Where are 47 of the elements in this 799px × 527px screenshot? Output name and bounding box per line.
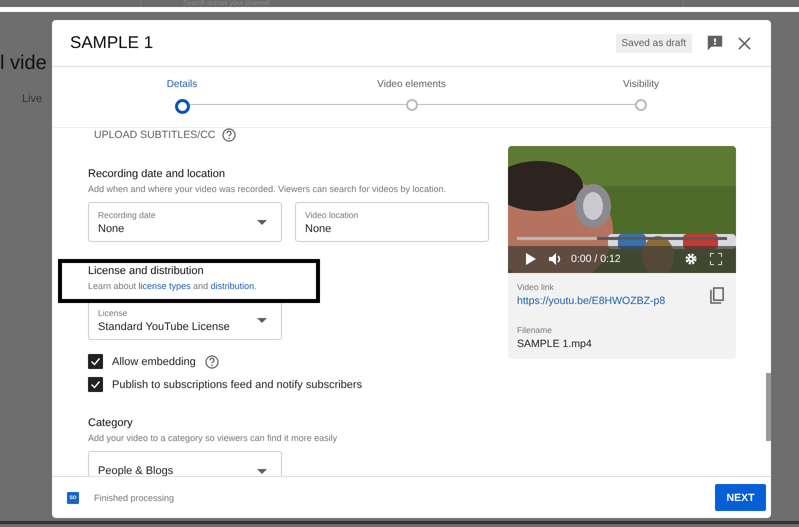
filename: SAMPLE 1.mp4: [517, 338, 593, 350]
step-label[interactable]: Details: [166, 79, 198, 90]
help-icon[interactable]: [204, 354, 219, 368]
tab-label: Live: [22, 93, 44, 105]
section-title: License and distribution: [88, 265, 205, 277]
section-description: Add your video to a category so viewers can find it more easily: [88, 433, 338, 443]
video-time: 0:00 / 0:12: [571, 253, 621, 265]
scrollbar-thumb[interactable]: [766, 373, 771, 441]
link[interactable]: license types: [138, 281, 191, 291]
info-label: Video link: [517, 282, 555, 292]
checkbox-label: Publish to subscriptions feed and notify subscribers: [112, 378, 362, 390]
fullscreen-icon[interactable]: [710, 253, 722, 265]
dropdown-field[interactable]: People & Blogs: [88, 451, 282, 476]
video-link[interactable]: https://youtu.be/E8HWOZBZ-p8: [517, 295, 666, 307]
caret-icon: [257, 220, 267, 224]
progress-bar[interactable]: [517, 237, 727, 240]
section-title: Recording date and location: [88, 168, 226, 180]
draft-status: Saved as draft: [616, 34, 692, 52]
play-icon[interactable]: [526, 253, 536, 265]
upload-subtitles-link[interactable]: UPLOAD SUBTITLES/CC: [94, 129, 216, 141]
video-player[interactable]: 0:00 / 0:12: [508, 146, 736, 273]
help-icon[interactable]: [222, 128, 236, 142]
processing-status: Finished processing: [94, 492, 176, 502]
checkbox[interactable]: [88, 377, 103, 392]
volume-icon[interactable]: [549, 253, 561, 265]
caret-icon: [257, 318, 267, 322]
checkbox-label: Allow embedding: [112, 356, 196, 368]
section-title: Category: [88, 417, 134, 429]
link[interactable]: distribution: [210, 281, 254, 291]
input-field[interactable]: Video location None: [295, 202, 489, 242]
dialog-title: SAMPLE 1: [70, 33, 154, 53]
copy-icon[interactable]: [710, 287, 725, 304]
close-icon[interactable]: [738, 36, 751, 50]
checkbox[interactable]: [88, 354, 103, 369]
section-description: Add when and where your video was recorded. Viewers can search for videos by location.: [88, 184, 448, 194]
settings-icon[interactable]: [685, 253, 697, 265]
info-label: Filename: [517, 325, 553, 335]
step-indicator[interactable]: [174, 99, 190, 114]
step-label[interactable]: Video elements: [377, 79, 446, 90]
feedback-icon[interactable]: [706, 34, 724, 52]
section-description: Learn about license types and distribution.: [88, 281, 258, 291]
caret-icon: [257, 468, 267, 474]
dropdown-field[interactable]: Recording date None: [88, 202, 282, 242]
page-heading: l vide: [0, 52, 48, 75]
dropdown-field[interactable]: License Standard YouTube License: [88, 300, 282, 340]
step-label[interactable]: Visibility: [623, 79, 659, 90]
next-button[interactable]: NEXT: [715, 484, 766, 511]
